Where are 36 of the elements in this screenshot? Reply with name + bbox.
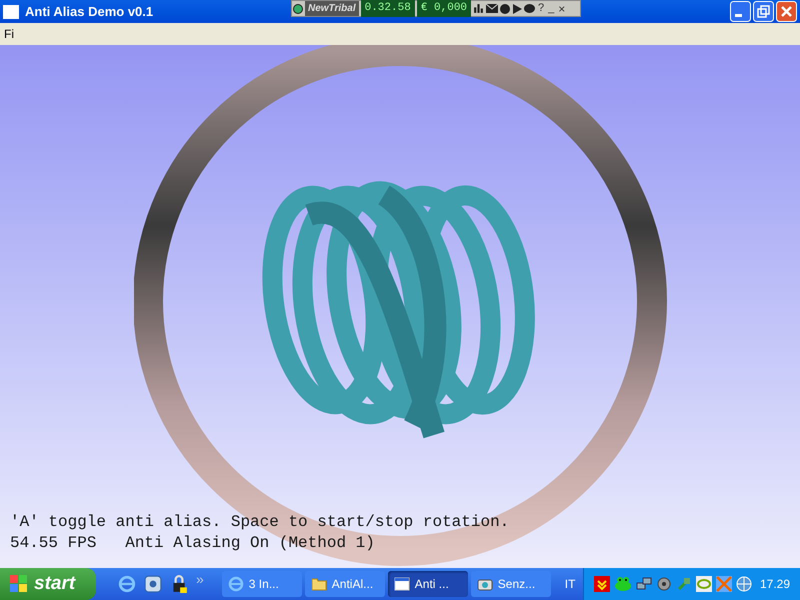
window-icon bbox=[394, 577, 410, 591]
close-icon[interactable] bbox=[776, 1, 797, 22]
shield-icon[interactable] bbox=[594, 576, 610, 592]
taskbar-button[interactable]: 3 In... bbox=[222, 571, 302, 597]
clock: 17.29 bbox=[760, 576, 790, 593]
help-text: 'A' toggle anti alias. Space to start/stop rotation. bbox=[10, 512, 510, 533]
network-icon[interactable] bbox=[636, 576, 652, 592]
browser-icon[interactable] bbox=[118, 575, 136, 593]
status-text: 54.55 FPS Anti Alasing On (Method 1) bbox=[10, 533, 376, 554]
folder-icon bbox=[310, 577, 327, 591]
language-indicator[interactable]: IT bbox=[564, 575, 576, 593]
help-button[interactable]: ? bbox=[537, 0, 546, 17]
app-shortcut-icon[interactable] bbox=[144, 575, 162, 593]
play-icon[interactable] bbox=[512, 4, 522, 14]
chart-icon[interactable] bbox=[473, 3, 484, 14]
tribal-logo: NewTribal bbox=[305, 1, 359, 16]
taskbar-button[interactable]: Senz... bbox=[470, 571, 551, 597]
close-button[interactable]: × bbox=[557, 0, 566, 18]
start-button[interactable]: start bbox=[0, 568, 96, 600]
frog-icon[interactable] bbox=[614, 576, 632, 592]
restore-icon[interactable] bbox=[753, 1, 774, 22]
app-icon bbox=[3, 4, 19, 18]
menu-item[interactable]: Fi bbox=[4, 25, 14, 43]
mail-icon[interactable] bbox=[486, 4, 498, 13]
minimize-button[interactable]: _ bbox=[547, 0, 556, 17]
windows-logo-icon bbox=[10, 575, 28, 593]
camera-icon bbox=[476, 577, 493, 591]
more-button[interactable]: » bbox=[196, 568, 204, 590]
taskbar-button[interactable]: AntiAl... bbox=[304, 571, 385, 597]
credit-display: € 0,000 bbox=[416, 0, 472, 17]
window-title: Anti Alias Demo v0.1 bbox=[25, 2, 154, 21]
speaker-icon[interactable] bbox=[656, 576, 672, 592]
timer-display: 0.32.58 bbox=[360, 0, 415, 17]
taskbar-button[interactable]: Anti ... bbox=[388, 571, 468, 597]
browser-icon bbox=[228, 576, 244, 592]
minimize-icon[interactable] bbox=[730, 1, 751, 22]
